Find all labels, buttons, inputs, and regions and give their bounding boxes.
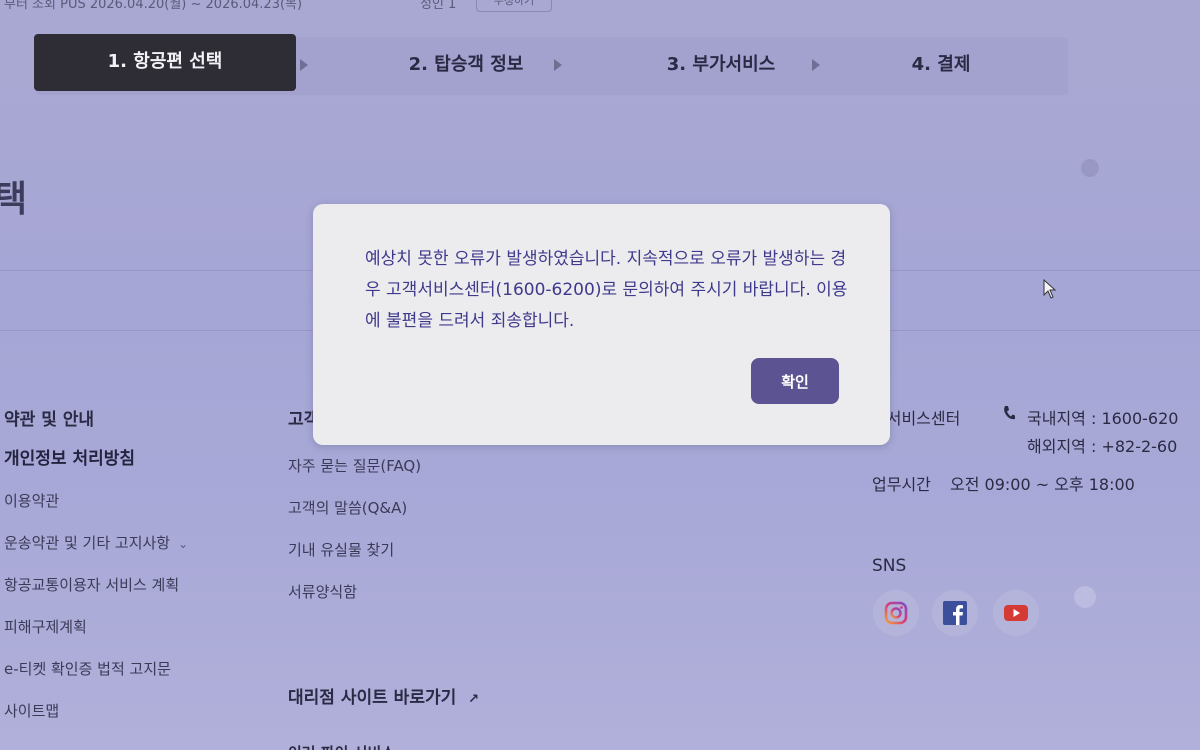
error-message: 예상치 못한 오류가 발생하였습니다. 지속적으로 오류가 발생하는 경우 고객… bbox=[365, 249, 848, 331]
booking-stepper: 1. 항공편 선택 2. 탑승객 정보 3. 부가서비스 4. 결제 bbox=[34, 34, 1068, 95]
instagram-button[interactable] bbox=[873, 590, 919, 636]
lost-found-link[interactable]: 기내 유실물 찾기 bbox=[288, 539, 421, 581]
passenger-count: 성인 1 bbox=[420, 0, 457, 12]
footer-terms-heading: 약관 및 안내 bbox=[4, 410, 95, 430]
mouse-cursor-icon bbox=[1043, 279, 1057, 299]
document-forms-link[interactable]: 서류양식함 bbox=[288, 581, 421, 623]
overseas-phone: 해외지역 : +82-2-60 bbox=[1027, 437, 1178, 456]
step-flight-selection[interactable]: 1. 항공편 선택 bbox=[34, 34, 296, 91]
error-dialog: 예상치 못한 오류가 발생하였습니다. 지속적으로 오류가 발생하는 경우 고객… bbox=[313, 204, 890, 445]
modify-search-button[interactable]: 수정하기 bbox=[476, 0, 552, 12]
phone-icon bbox=[1002, 405, 1016, 425]
cut-off-footer-text: 이러 파이 서비스 bbox=[288, 742, 395, 750]
agency-site-link[interactable]: 대리점 사이트 바로가기 ↗ bbox=[288, 683, 479, 708]
screen-smudge bbox=[1074, 586, 1096, 608]
facebook-icon bbox=[943, 601, 967, 625]
page-title: 택 bbox=[0, 179, 28, 220]
domestic-phone: 국내지역 : 1600-620 bbox=[1027, 409, 1179, 428]
youtube-icon bbox=[1004, 605, 1028, 621]
faq-link[interactable]: 자주 묻는 질문(FAQ) bbox=[288, 455, 421, 497]
external-link-icon: ↗ bbox=[468, 692, 480, 707]
eticket-legal-notice-link[interactable]: e-티켓 확인증 법적 고지문 bbox=[4, 658, 188, 700]
footer-terms-column: 약관 및 안내 개인정보 처리방침 이용약관 운송약관 및 기타 고지사항 ⌄ 항… bbox=[4, 405, 188, 742]
screen-smudge bbox=[1081, 159, 1099, 177]
sns-heading: SNS bbox=[872, 556, 907, 576]
agency-site-label: 대리점 사이트 바로가기 bbox=[288, 688, 457, 708]
privacy-policy-link[interactable]: 개인정보 처리방침 bbox=[4, 448, 188, 490]
sitemap-link[interactable]: 사이트맵 bbox=[4, 700, 188, 742]
carriage-terms-label: 운송약관 및 기타 고지사항 bbox=[4, 534, 171, 552]
youtube-button[interactable] bbox=[993, 590, 1039, 636]
business-hours-value: 오전 09:00 ~ 오후 18:00 bbox=[950, 475, 1135, 494]
search-summary-text: 부터 조회 PUS 2026.04.20(월) ~ 2026.04.23(목) bbox=[4, 0, 303, 12]
instagram-icon bbox=[884, 601, 908, 625]
step-extra-services[interactable]: 3. 부가서비스 bbox=[596, 37, 846, 93]
business-hours-label: 업무시간 bbox=[872, 475, 931, 494]
step-arrow-icon bbox=[554, 59, 562, 71]
chevron-down-icon: ⌄ bbox=[178, 537, 189, 551]
terms-of-use-link[interactable]: 이용약관 bbox=[4, 490, 188, 532]
confirm-button[interactable]: 확인 bbox=[751, 358, 839, 404]
facebook-button[interactable] bbox=[932, 590, 978, 636]
step-payment[interactable]: 4. 결제 bbox=[836, 37, 1046, 93]
damage-relief-plan-link[interactable]: 피해구제계획 bbox=[4, 616, 188, 658]
qna-link[interactable]: 고객의 말씀(Q&A) bbox=[288, 497, 421, 539]
step-arrow-icon bbox=[812, 59, 820, 71]
passenger-service-plan-link[interactable]: 항공교통이용자 서비스 계획 bbox=[4, 574, 188, 616]
carriage-terms-link[interactable]: 운송약관 및 기타 고지사항 ⌄ bbox=[4, 532, 188, 574]
step-passenger-info[interactable]: 2. 탑승객 정보 bbox=[346, 37, 586, 93]
step-arrow-icon bbox=[300, 59, 308, 71]
search-summary-strip: 부터 조회 PUS 2026.04.20(월) ~ 2026.04.23(목) … bbox=[0, 0, 1200, 14]
footer-customer-links: 자주 묻는 질문(FAQ) 고객의 말씀(Q&A) 기내 유실물 찾기 서류양식… bbox=[288, 455, 421, 623]
